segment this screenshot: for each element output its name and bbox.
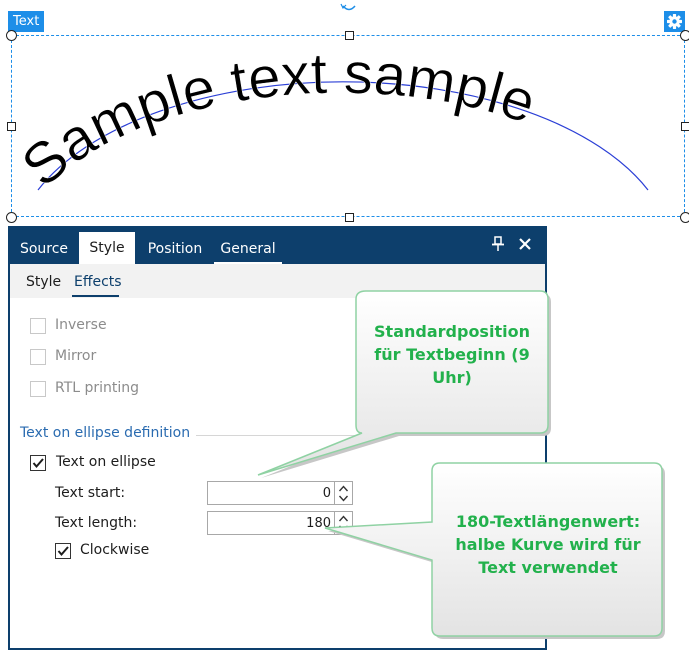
callout-1-text: Standardposition für Textbeginn (9 Uhr) (374, 322, 530, 387)
callout-2-text: 180-Textlängenwert: halbe Kurve wird für… (455, 512, 641, 577)
